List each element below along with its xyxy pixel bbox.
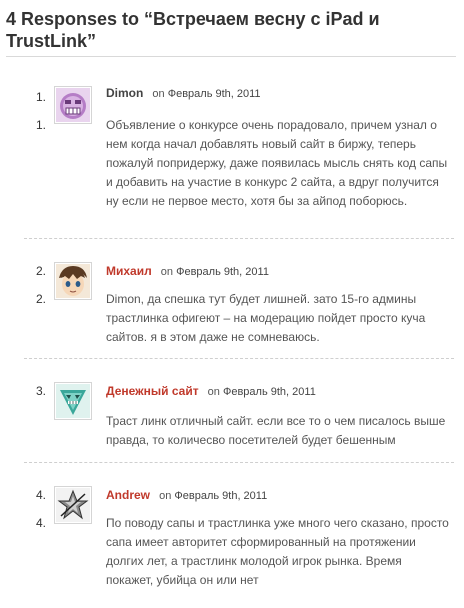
triangle-monster-icon <box>56 384 90 418</box>
purple-robot-face-icon <box>56 88 90 122</box>
avatar <box>54 382 92 420</box>
comment-item: 4. Andrew on Февраль 9th, 2011 4. По пов… <box>24 480 454 598</box>
comment-date-link[interactable]: Февраль 9th, 2011 <box>168 88 261 100</box>
comment-date-link[interactable]: Февраль 9th, 2011 <box>176 266 269 278</box>
comment-author-link[interactable]: Andrew <box>106 488 150 502</box>
avatar <box>54 262 92 300</box>
comments-heading: 4 Responses to “Встречаем весну с iPad и… <box>6 8 456 57</box>
comment-on-label: on <box>207 386 220 398</box>
comment-item: 2. Михаил on Февраль 9th, 2011 2. Dimon,… <box>24 256 454 359</box>
comment-text: Dimon, да спешка тут будет лишней. зато … <box>106 292 426 344</box>
comment-text: Траст линк отличный сайт. если все то о … <box>106 414 446 447</box>
comment-text: Объявление о конкурсе очень порадовало, … <box>106 118 448 208</box>
avatar <box>54 486 92 524</box>
comment-meta: Михаил on Февраль 9th, 2011 <box>106 264 269 278</box>
metallic-star-icon <box>56 488 90 522</box>
comment-date-link[interactable]: Февраль 9th, 2011 <box>174 490 267 502</box>
comment-text-number: 4. <box>35 516 46 530</box>
comment-number: 3. <box>35 384 46 398</box>
comment-number: 2. <box>35 264 46 278</box>
comment-date-link[interactable]: Февраль 9th, 2011 <box>223 386 316 398</box>
comment-meta: Dimon on Февраль 9th, 2011 <box>106 86 261 100</box>
comment-number: 1. <box>35 90 46 104</box>
comment-text-number: 1. <box>35 118 46 132</box>
comment-meta: Andrew on Февраль 9th, 2011 <box>106 488 267 502</box>
comment-author-link[interactable]: Михаил <box>106 264 152 278</box>
comment-item: 3. Денежный сайт on Февраль 9th, 2011 Тр… <box>24 376 454 463</box>
comment-author-link[interactable]: Денежный сайт <box>106 384 199 398</box>
comment-number: 4. <box>35 488 46 502</box>
comment-on-label: on <box>159 490 172 502</box>
comment-text: По поводу сапы и трастлинка уже много че… <box>106 516 449 587</box>
comment-on-label: on <box>160 266 174 278</box>
comment-text-number: 2. <box>35 292 46 306</box>
anime-boy-face-icon <box>56 264 90 298</box>
comment-on-label: on <box>152 88 165 100</box>
comment-author: Dimon <box>106 86 144 100</box>
avatar <box>54 86 92 124</box>
comment-meta: Денежный сайт on Февраль 9th, 2011 <box>106 384 316 398</box>
comment-item: 1. Dimon on Февраль 9th, 2011 1. Объявле… <box>24 84 454 239</box>
